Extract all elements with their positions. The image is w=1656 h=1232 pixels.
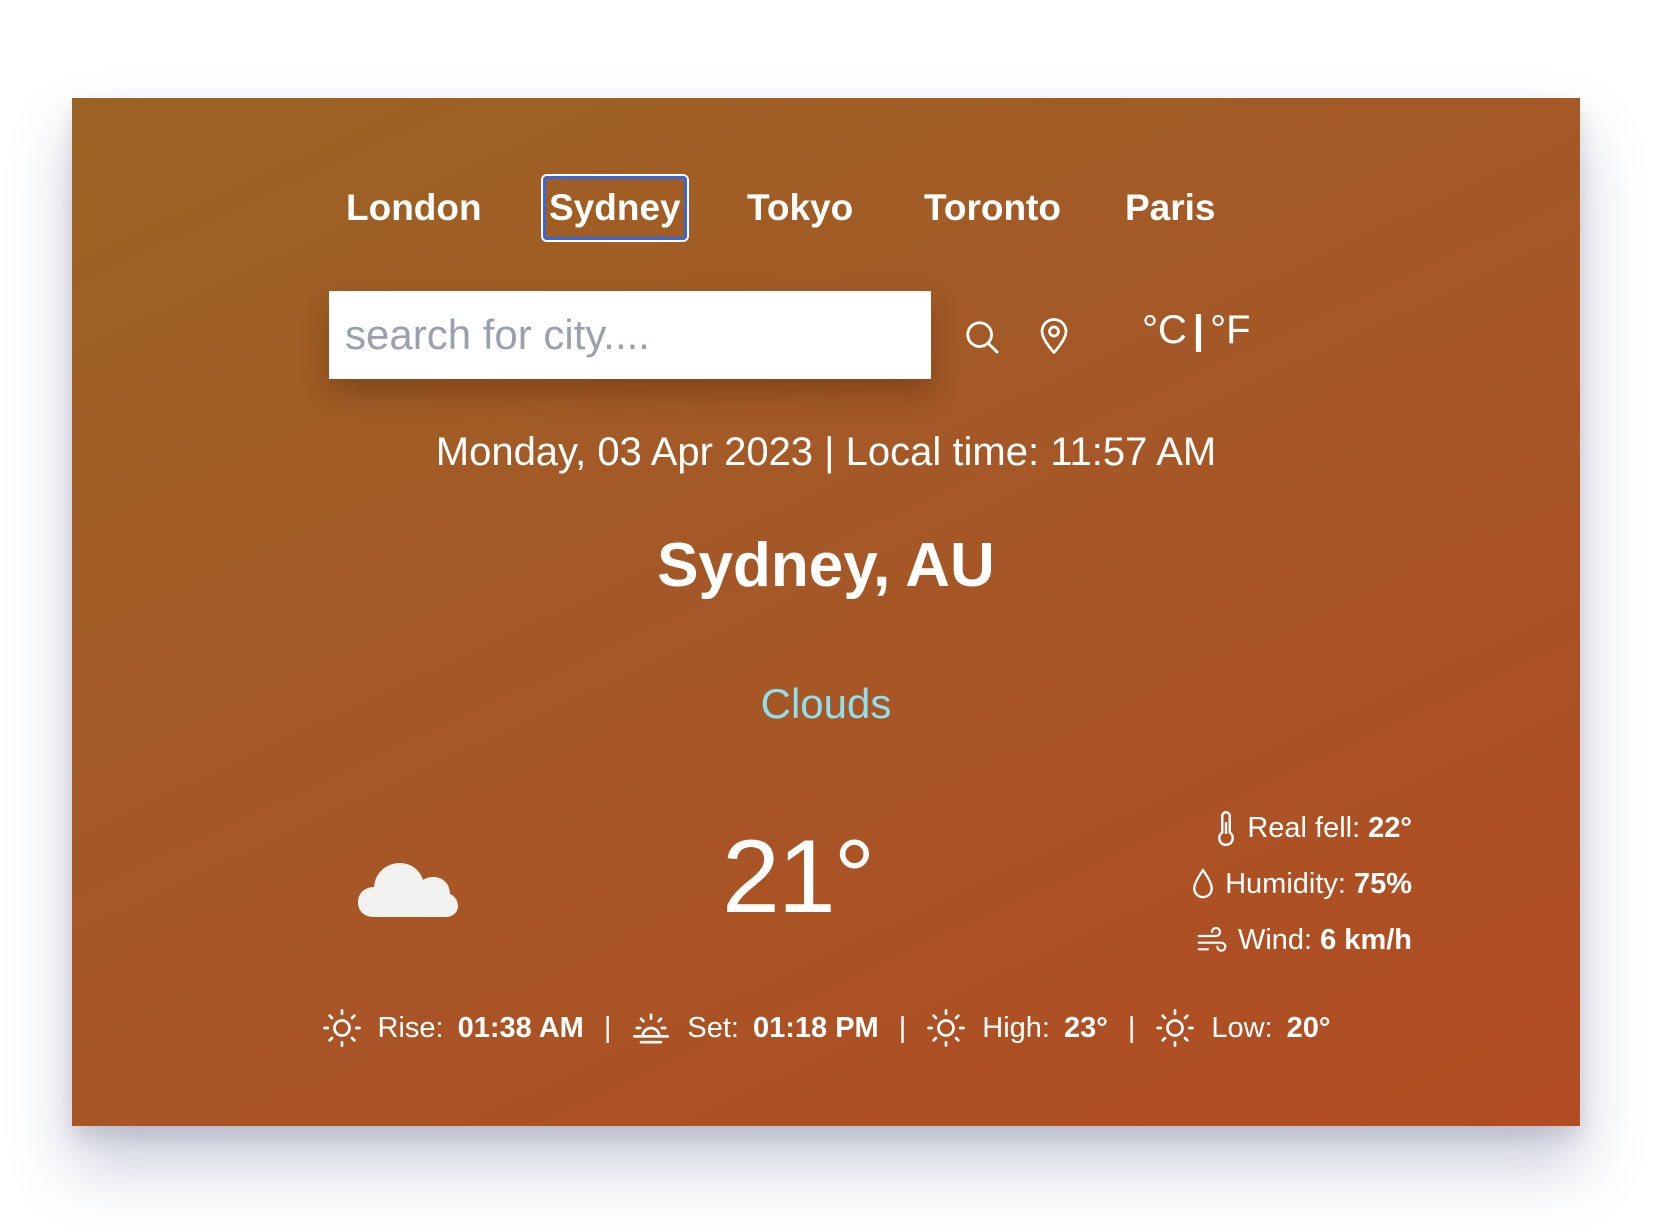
weather-card: London Sydney Tokyo Toronto Paris °C|°F … bbox=[72, 98, 1580, 1126]
city-link-sydney[interactable]: Sydney bbox=[543, 176, 687, 240]
separator: | bbox=[898, 1011, 907, 1044]
separator: | bbox=[1127, 1011, 1136, 1044]
thermometer-icon bbox=[1218, 811, 1235, 846]
fahrenheit-button[interactable]: °F bbox=[1210, 308, 1250, 352]
search-icon[interactable] bbox=[963, 318, 1001, 361]
high-temp-label: High: bbox=[982, 1011, 1050, 1044]
wind-label: Wind: bbox=[1237, 923, 1313, 956]
separator: | bbox=[603, 1011, 612, 1044]
sun-icon bbox=[322, 1009, 361, 1047]
wind-value: 6 km/h bbox=[1320, 923, 1412, 956]
local-datetime: Monday, 03 Apr 2023 | Local time: 11:57 … bbox=[435, 430, 1217, 474]
sunset-value: 01:18 PM bbox=[752, 1011, 879, 1044]
sun-icon bbox=[1156, 1009, 1195, 1047]
real-feel-value: 22° bbox=[1368, 811, 1412, 844]
sun-icon bbox=[927, 1009, 966, 1047]
search-input[interactable] bbox=[329, 291, 931, 379]
low-temp-value: 20° bbox=[1286, 1011, 1331, 1044]
current-temperature: 21° bbox=[722, 819, 875, 935]
unit-toggle: °C | °F bbox=[1142, 308, 1251, 353]
droplet-icon bbox=[1193, 868, 1213, 899]
city-link-toronto[interactable]: Toronto bbox=[921, 176, 1064, 240]
wind-icon bbox=[1197, 926, 1227, 952]
high-temp-item: High: 23° bbox=[926, 1008, 1108, 1048]
real-feel-label: Real fell: bbox=[1247, 811, 1361, 844]
sunrise-item: Rise: 01:38 AM bbox=[322, 1008, 584, 1048]
city-link-london[interactable]: London bbox=[343, 176, 485, 240]
celsius-button[interactable]: °C bbox=[1142, 308, 1187, 352]
unit-separator: | bbox=[1192, 308, 1205, 352]
sunset-item: Set: 01:18 PM bbox=[631, 1008, 879, 1048]
sun-temp-summary: Rise: 01:38 AM | Set: 01:18 PM | High: 2… bbox=[72, 998, 1580, 1058]
weather-condition: Clouds bbox=[760, 680, 892, 727]
city-link-paris[interactable]: Paris bbox=[1122, 176, 1219, 240]
low-temp-label: Low: bbox=[1211, 1011, 1273, 1044]
city-link-tokyo[interactable]: Tokyo bbox=[744, 176, 856, 240]
location-pin-icon[interactable] bbox=[1036, 316, 1072, 361]
high-temp-value: 23° bbox=[1063, 1011, 1108, 1044]
sunrise-label: Rise: bbox=[377, 1011, 444, 1044]
city-nav: London Sydney Tokyo Toronto Paris bbox=[72, 176, 1580, 248]
low-temp-item: Low: 20° bbox=[1155, 1008, 1331, 1048]
sunset-icon bbox=[633, 1013, 670, 1044]
humidity-row: Humidity: 75% bbox=[1191, 864, 1412, 904]
location-title: Sydney, AU bbox=[657, 531, 995, 600]
real-feel-row: Real fell: 22° bbox=[1215, 808, 1412, 848]
cloud-icon bbox=[358, 853, 458, 924]
wind-row: Wind: 6 km/h bbox=[1196, 920, 1412, 960]
sunset-label: Set: bbox=[687, 1011, 739, 1044]
sunrise-value: 01:38 AM bbox=[457, 1011, 584, 1044]
humidity-value: 75% bbox=[1353, 867, 1412, 900]
humidity-label: Humidity: bbox=[1225, 867, 1346, 900]
